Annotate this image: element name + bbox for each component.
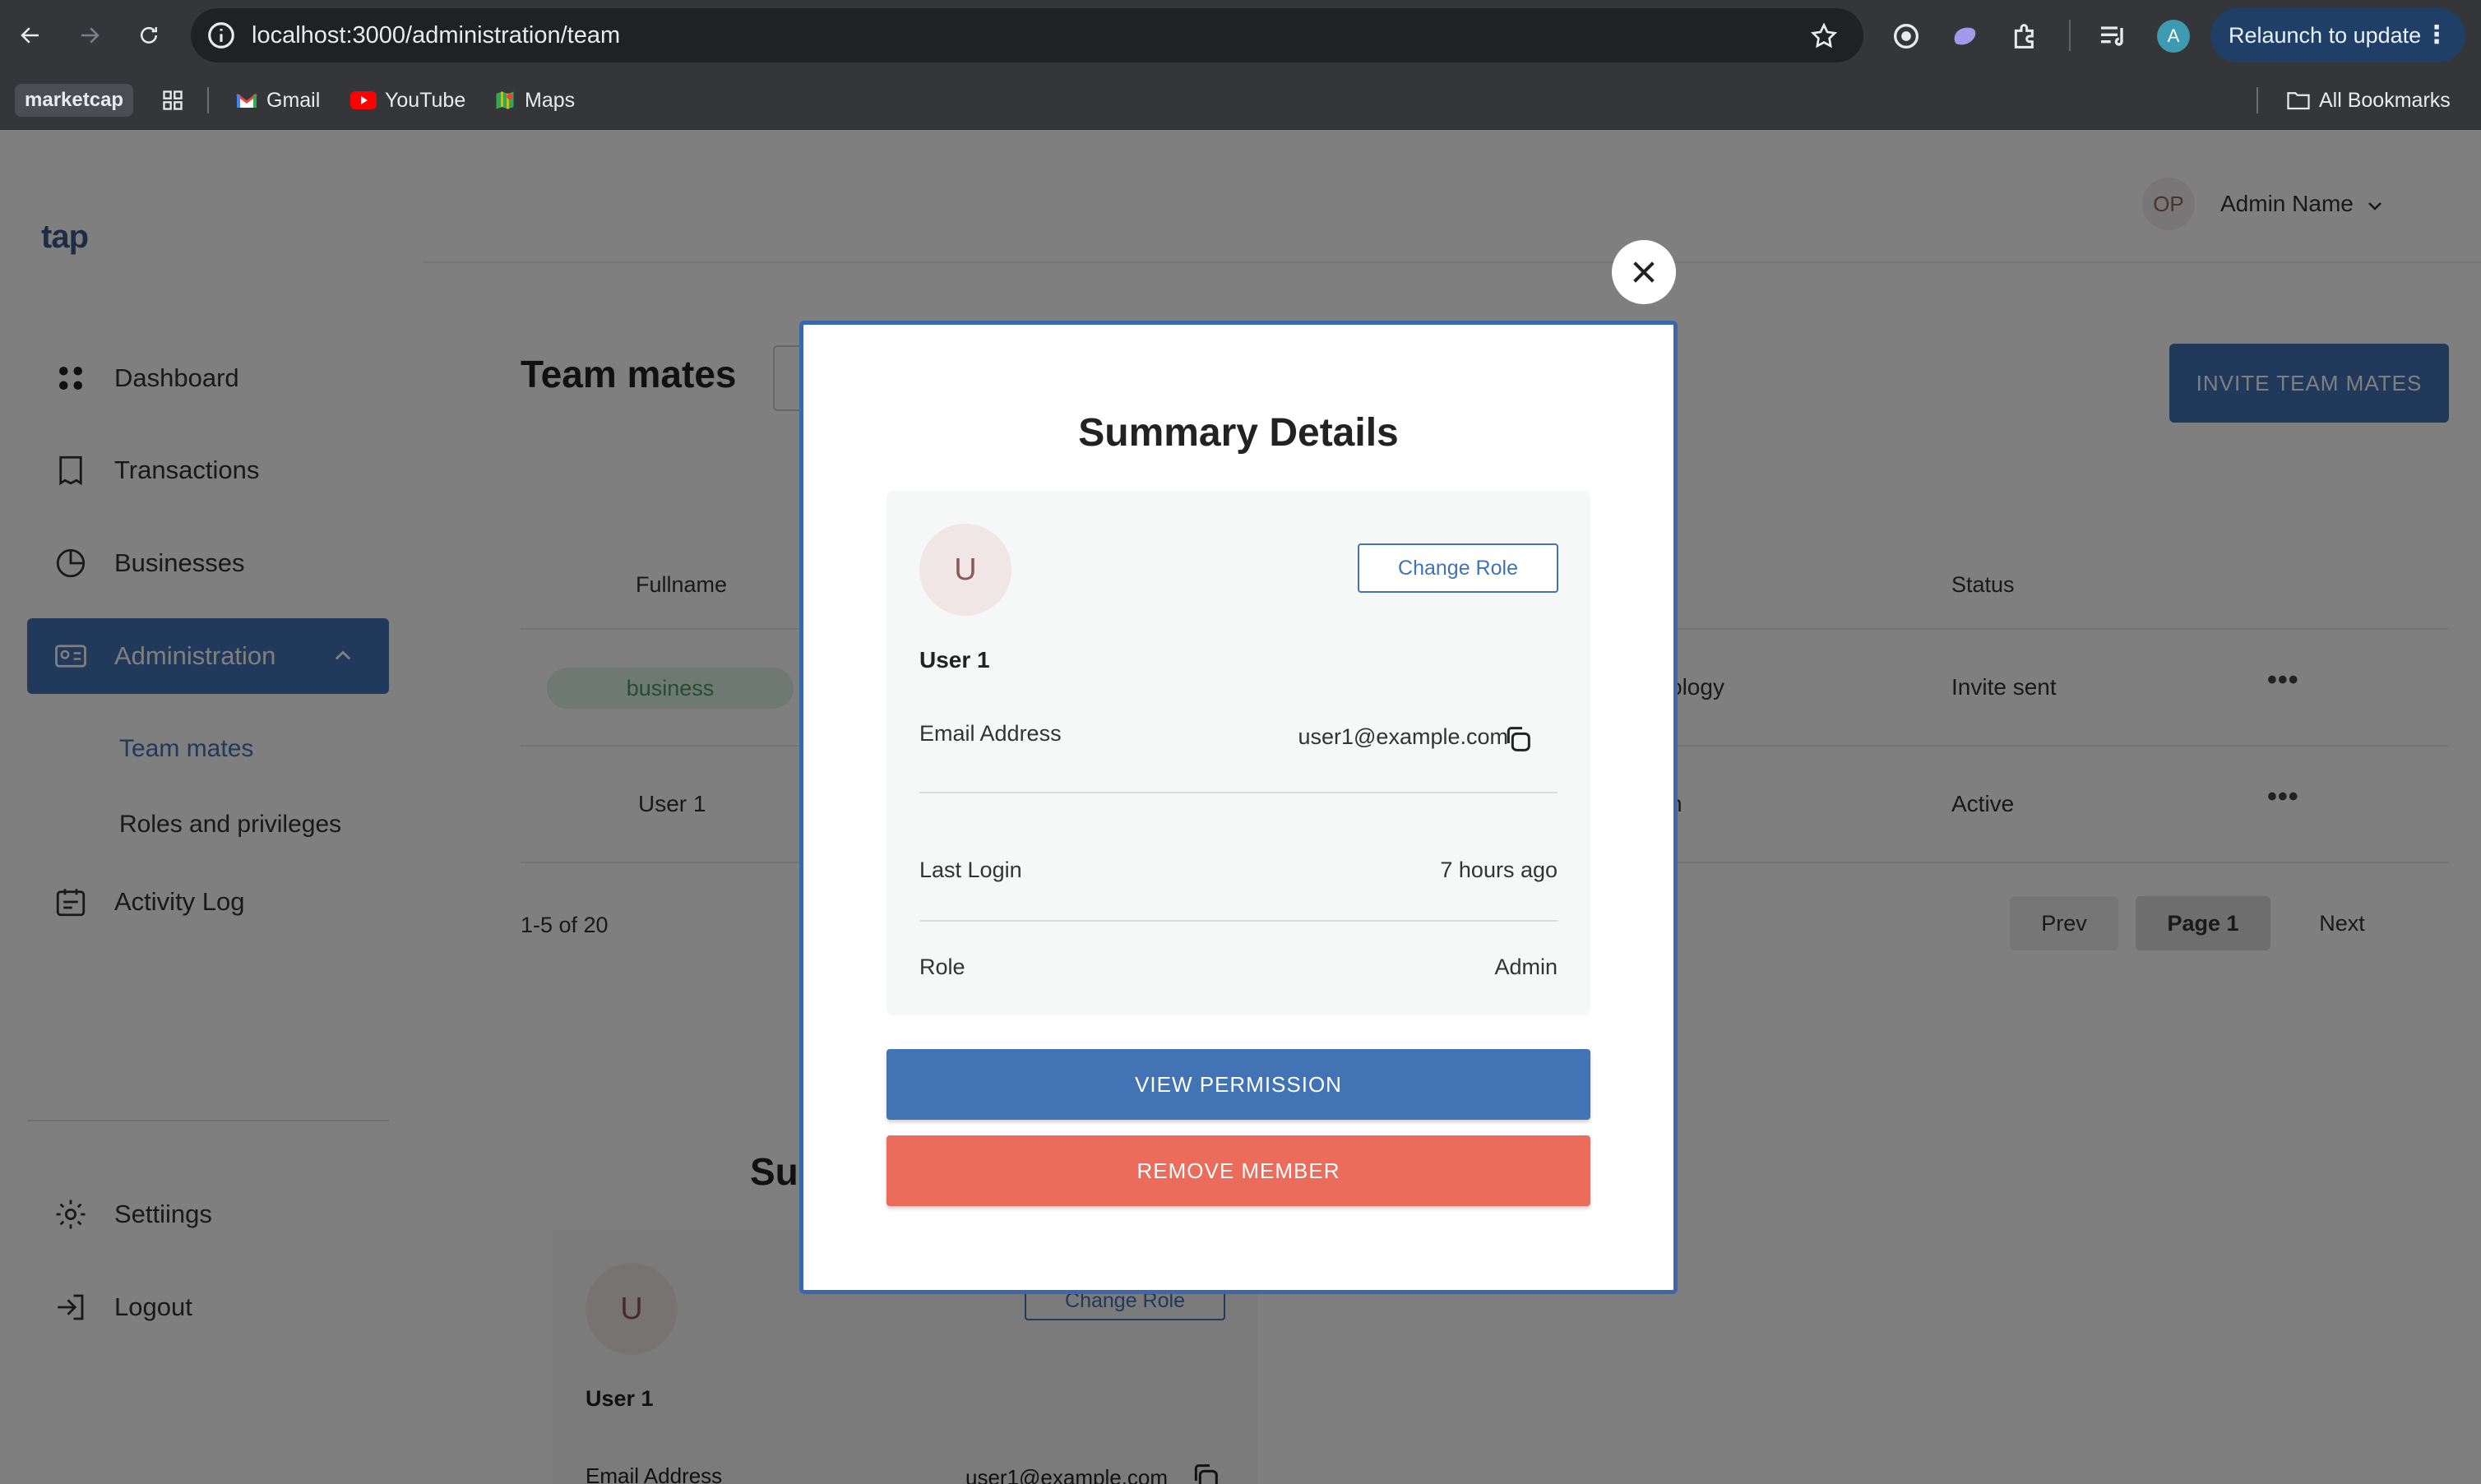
bookmark-separator (2257, 87, 2258, 113)
role-label: Role (919, 955, 965, 979)
bookmark-separator (207, 87, 209, 113)
kebab-menu-icon[interactable]: ⋮ (2424, 8, 2449, 62)
url-text[interactable]: localhost:3000/administration/team (252, 8, 620, 62)
relaunch-label: Relaunch to update (2229, 23, 2422, 48)
puzzle-extensions-icon[interactable] (2009, 20, 2042, 53)
profile-avatar[interactable]: A (2157, 20, 2190, 53)
remove-member-button[interactable]: REMOVE MEMBER (886, 1135, 1590, 1206)
bookmark-label: Maps (525, 89, 576, 112)
back-button[interactable] (12, 16, 49, 54)
bookmark-label: Gmail (266, 89, 321, 112)
close-modal-button[interactable] (1612, 240, 1676, 304)
bookmark-label: YouTube (385, 89, 466, 112)
view-permission-button[interactable]: VIEW PERMISSION (886, 1049, 1590, 1120)
last-login-value: 7 hours ago (1440, 858, 1558, 882)
role-value: Admin (1494, 955, 1558, 979)
reload-icon (141, 26, 157, 44)
arrow-left-icon (21, 27, 39, 44)
youtube-icon (350, 91, 377, 109)
last-login-label: Last Login (919, 858, 1022, 882)
site-info-icon[interactable] (206, 20, 237, 51)
reading-list-icon[interactable] (2097, 20, 2130, 53)
close-icon (1633, 261, 1655, 283)
copy-icon[interactable] (1502, 723, 1534, 756)
apps-grid-icon[interactable] (161, 89, 184, 112)
arrow-right-icon (81, 27, 100, 44)
bookmark-maps[interactable]: Maps (493, 71, 575, 130)
user-name: User 1 (919, 647, 990, 673)
avatar: U (919, 524, 1011, 616)
browser-toolbar: localhost:3000/administration/team A Rel… (0, 0, 2481, 71)
email-value: user1@example.com (1298, 724, 1508, 749)
bookmark-youtube[interactable]: YouTube (350, 71, 465, 130)
relaunch-button[interactable]: Relaunch to update ⋮ (2210, 8, 2465, 62)
lens-icon[interactable] (1890, 20, 1923, 53)
gmail-icon (236, 93, 257, 108)
bookmark-gmail[interactable]: Gmail (235, 71, 320, 130)
maps-icon (496, 91, 514, 109)
folder-icon (2287, 92, 2310, 110)
bookmark-star-icon[interactable] (1809, 21, 1839, 51)
detail-divider (919, 792, 1558, 793)
address-bar[interactable]: localhost:3000/administration/team (191, 8, 1863, 62)
all-bookmarks[interactable]: All Bookmarks (2286, 71, 2451, 130)
reload-button[interactable] (130, 16, 168, 54)
bookmark-folder-marketcap[interactable]: marketcap (15, 84, 134, 117)
summary-details-modal: Summary Details U Change Role User 1 Ema… (799, 321, 1678, 1294)
member-summary-card: U Change Role User 1 Email Address user1… (886, 491, 1590, 1015)
all-bookmarks-label: All Bookmarks (2319, 89, 2451, 112)
change-role-button[interactable]: Change Role (1358, 543, 1558, 593)
modal-title: Summary Details (1078, 411, 1399, 455)
extension-shield-icon[interactable] (1949, 20, 1982, 53)
bookmarks-bar: marketcap Gmail YouTube Maps All Bookmar… (0, 71, 2481, 130)
detail-divider (919, 920, 1558, 922)
forward-button[interactable] (71, 16, 109, 54)
toolbar-separator (2069, 20, 2071, 51)
email-label: Email Address (919, 721, 1062, 746)
